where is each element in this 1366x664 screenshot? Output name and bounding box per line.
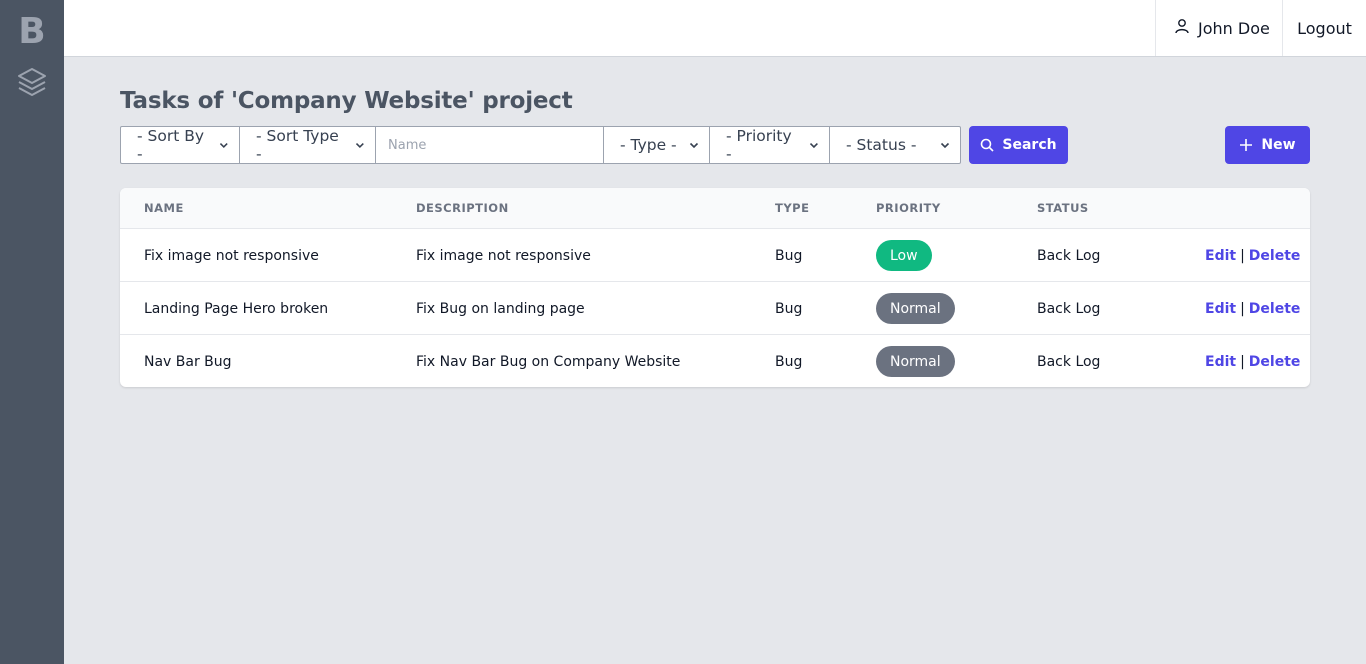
user-menu[interactable]: John Doe [1155,0,1282,56]
edit-link[interactable]: Edit [1205,301,1236,317]
priority-badge: Normal [876,346,955,377]
column-header-type: TYPE [775,201,810,215]
task-type: Bug [775,353,803,370]
task-name: Nav Bar Bug [144,353,232,370]
task-description: Fix image not responsive [416,247,591,264]
column-header-status: STATUS [1037,201,1089,215]
new-button-label: New [1261,137,1296,153]
task-name: Fix image not responsive [144,247,319,264]
type-value: - Type - [620,136,677,154]
priority-badge: Low [876,240,932,271]
column-header-priority: PRIORITY [876,201,941,215]
task-status: Back Log [1037,247,1101,264]
task-status: Back Log [1037,300,1101,317]
search-button[interactable]: Search [969,126,1068,164]
status-value: - Status - [846,136,917,154]
chevron-down-icon [810,142,819,149]
row-actions: Edit | Delete [1205,335,1300,387]
sort-by-value: - Sort By - [137,127,205,163]
delete-link[interactable]: Delete [1249,248,1301,264]
chevron-down-icon [220,143,229,149]
row-actions: Edit | Delete [1205,282,1300,335]
sidebar: B [0,0,64,664]
priority-cell: Low [876,229,932,282]
app-logo[interactable]: B [0,12,64,52]
action-separator: | [1240,353,1245,370]
table-row: Nav Bar Bug Fix Nav Bar Bug on Company W… [120,335,1310,387]
chevron-down-icon [356,142,365,149]
name-search-input[interactable] [375,126,604,164]
tasks-table: NAME DESCRIPTION TYPE PRIORITY STATUS Fi… [120,188,1310,387]
priority-cell: Normal [876,282,955,335]
task-description: Fix Nav Bar Bug on Company Website [416,353,681,370]
edit-link[interactable]: Edit [1205,248,1236,264]
sort-by-select[interactable]: - Sort By - [120,126,240,164]
logout-button[interactable]: Logout [1282,0,1366,56]
action-separator: | [1240,247,1245,264]
task-name: Landing Page Hero broken [144,300,329,317]
action-separator: | [1240,300,1245,317]
task-description: Fix Bug on landing page [416,300,585,317]
plus-icon [1240,139,1253,151]
column-header-name: NAME [144,201,184,215]
type-select[interactable]: - Type - [603,126,710,164]
chevron-down-icon [940,142,950,149]
priority-value: - Priority - [726,127,792,163]
delete-link[interactable]: Delete [1249,354,1301,370]
search-icon [981,138,994,152]
user-icon [1174,18,1198,38]
filter-bar: - Sort By - - Sort Type - - Type - - Pri… [120,126,961,164]
new-task-button[interactable]: New [1225,126,1310,164]
sort-type-value: - Sort Type - [256,127,339,163]
top-bar: John Doe Logout [64,0,1366,57]
column-header-description: DESCRIPTION [416,201,509,215]
search-button-label: Search [1002,137,1057,153]
priority-cell: Normal [876,335,955,387]
row-actions: Edit | Delete [1205,229,1300,282]
priority-select[interactable]: - Priority - [709,126,830,164]
page-title: Tasks of 'Company Website' project [120,88,573,114]
priority-badge: Normal [876,293,955,324]
task-type: Bug [775,247,803,264]
layers-icon[interactable] [16,66,48,98]
edit-link[interactable]: Edit [1205,354,1236,370]
chevron-down-icon [689,142,699,149]
delete-link[interactable]: Delete [1249,301,1301,317]
sort-type-select[interactable]: - Sort Type - [239,126,376,164]
status-select[interactable]: - Status - [829,126,961,164]
task-type: Bug [775,300,803,317]
user-name: John Doe [1198,18,1270,38]
table-header: NAME DESCRIPTION TYPE PRIORITY STATUS [120,188,1310,229]
table-row: Fix image not responsive Fix image not r… [120,229,1310,282]
task-status: Back Log [1037,353,1101,370]
table-row: Landing Page Hero broken Fix Bug on land… [120,282,1310,335]
